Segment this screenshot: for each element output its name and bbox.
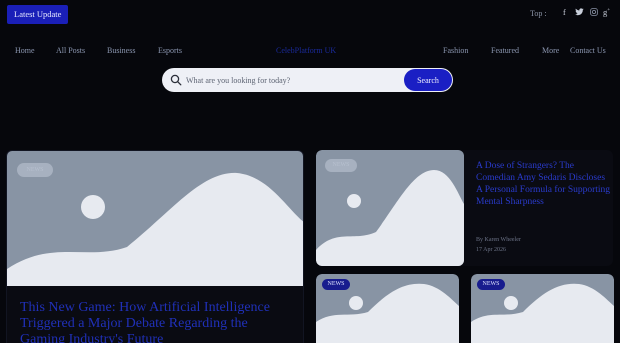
site-name[interactable]: CelebPlatform UK — [276, 46, 336, 55]
nav-contact-us[interactable]: Contact Us — [570, 46, 606, 55]
nav-esports[interactable]: Esports — [158, 46, 182, 55]
article-date: 17 Apr 2026 — [476, 247, 506, 253]
top-label: Top : — [530, 9, 547, 18]
search-bar: Search — [162, 68, 453, 92]
featured-article-title[interactable]: This New Game: How Artificial Intelligen… — [20, 300, 295, 343]
instagram-icon[interactable] — [590, 8, 598, 18]
nav-featured[interactable]: Featured — [491, 46, 519, 55]
news-badge[interactable]: NEWS — [322, 279, 350, 290]
nav-home[interactable]: Home — [15, 46, 35, 55]
small-article-card[interactable]: NEWS — [471, 274, 614, 343]
article-author[interactable]: By Karen Wheeler — [476, 237, 521, 243]
search-input[interactable] — [186, 72, 396, 88]
search-button[interactable]: Search — [404, 69, 452, 91]
facebook-icon[interactable]: f — [563, 8, 566, 17]
latest-update-button[interactable]: Latest Update — [7, 5, 69, 24]
side-article-title[interactable]: A Dose of Strangers? The Comedian Amy Se… — [476, 160, 611, 208]
google-plus-icon[interactable]: g+ — [603, 7, 610, 17]
nav-all-posts[interactable]: All Posts — [56, 46, 85, 55]
nav-more[interactable]: More — [542, 46, 559, 55]
search-icon — [170, 74, 182, 86]
news-badge[interactable]: NEWS — [325, 159, 357, 172]
top-bar: Latest Update Top : f g+ — [0, 0, 620, 30]
twitter-icon[interactable] — [575, 8, 584, 18]
news-badge[interactable]: NEWS — [477, 279, 505, 290]
small-article-card[interactable]: NEWS — [316, 274, 459, 343]
news-badge[interactable]: NEWS — [17, 163, 53, 177]
nav-fashion[interactable]: Fashion — [443, 46, 468, 55]
nav-business[interactable]: Business — [107, 46, 135, 55]
